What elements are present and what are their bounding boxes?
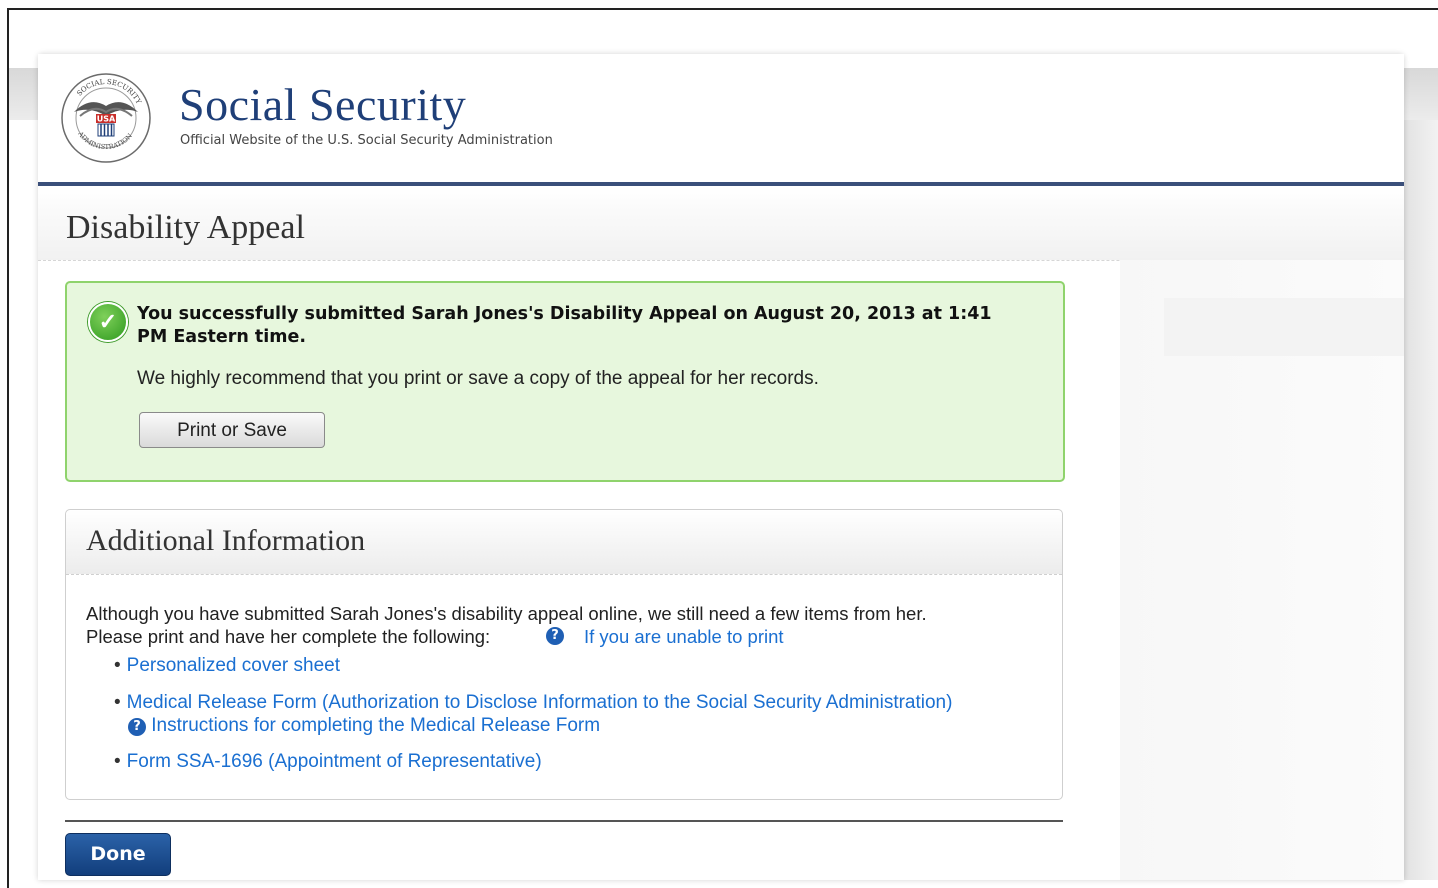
seal-usa-text: USA bbox=[97, 115, 116, 124]
additional-info-header: Additional Information bbox=[66, 510, 1062, 575]
page-title: Disability Appeal bbox=[66, 209, 305, 246]
done-button[interactable]: Done bbox=[65, 833, 171, 876]
success-message: You successfully submitted Sarah Jones's… bbox=[137, 304, 992, 347]
check-circle-icon: ✓ bbox=[88, 302, 128, 342]
brand-subtitle: Official Website of the U.S. Social Secu… bbox=[180, 133, 553, 148]
medical-release-instructions-link[interactable]: Instructions for completing the Medical … bbox=[151, 715, 600, 736]
cover-sheet-link[interactable]: Personalized cover sheet bbox=[127, 655, 340, 676]
intro-line-2: Please print and have her complete the f… bbox=[86, 626, 491, 647]
medical-release-instructions: ? Instructions for completing the Medica… bbox=[128, 714, 600, 737]
help-icon[interactable]: ? bbox=[128, 718, 146, 736]
intro-line-1: Although you have submitted Sarah Jones'… bbox=[86, 603, 927, 624]
divider bbox=[65, 820, 1063, 822]
title-bar: Disability Appeal bbox=[38, 186, 1404, 261]
print-or-save-button[interactable]: Print or Save bbox=[139, 412, 325, 448]
brand-title: Social Security bbox=[179, 79, 467, 130]
bullet-dot: • bbox=[114, 751, 121, 772]
list-item: • Personalized cover sheet bbox=[114, 654, 340, 677]
additional-info-title: Additional Information bbox=[86, 524, 366, 557]
form-ssa-1696-link[interactable]: Form SSA-1696 (Appointment of Representa… bbox=[127, 751, 542, 772]
success-alert: ✓ You successfully submitted Sarah Jones… bbox=[65, 281, 1065, 482]
rail-box bbox=[1164, 298, 1404, 356]
right-rail bbox=[1120, 260, 1404, 880]
medical-release-form-link[interactable]: Medical Release Form (Authorization to D… bbox=[127, 692, 953, 713]
unable-to-print-link[interactable]: If you are unable to print bbox=[584, 625, 784, 648]
additional-info-panel: Additional Information Although you have… bbox=[65, 509, 1063, 800]
page-card: USA SOCIAL SECURITY ADMINISTRATION Socia… bbox=[38, 54, 1404, 880]
bullet-dot: • bbox=[114, 692, 121, 713]
site-header: USA SOCIAL SECURITY ADMINISTRATION Socia… bbox=[38, 54, 1404, 186]
success-recommendation: We highly recommend that you print or sa… bbox=[137, 368, 819, 389]
list-item: • Medical Release Form (Authorization to … bbox=[114, 691, 953, 736]
bullet-dot: • bbox=[114, 655, 121, 676]
additional-info-body: Although you have submitted Sarah Jones'… bbox=[86, 602, 1046, 648]
ssa-seal-icon: USA SOCIAL SECURITY ADMINISTRATION bbox=[61, 73, 151, 163]
right-shadow bbox=[1404, 120, 1438, 880]
list-item: • Form SSA-1696 (Appointment of Represent… bbox=[114, 750, 542, 773]
help-icon[interactable]: ? bbox=[546, 627, 564, 645]
